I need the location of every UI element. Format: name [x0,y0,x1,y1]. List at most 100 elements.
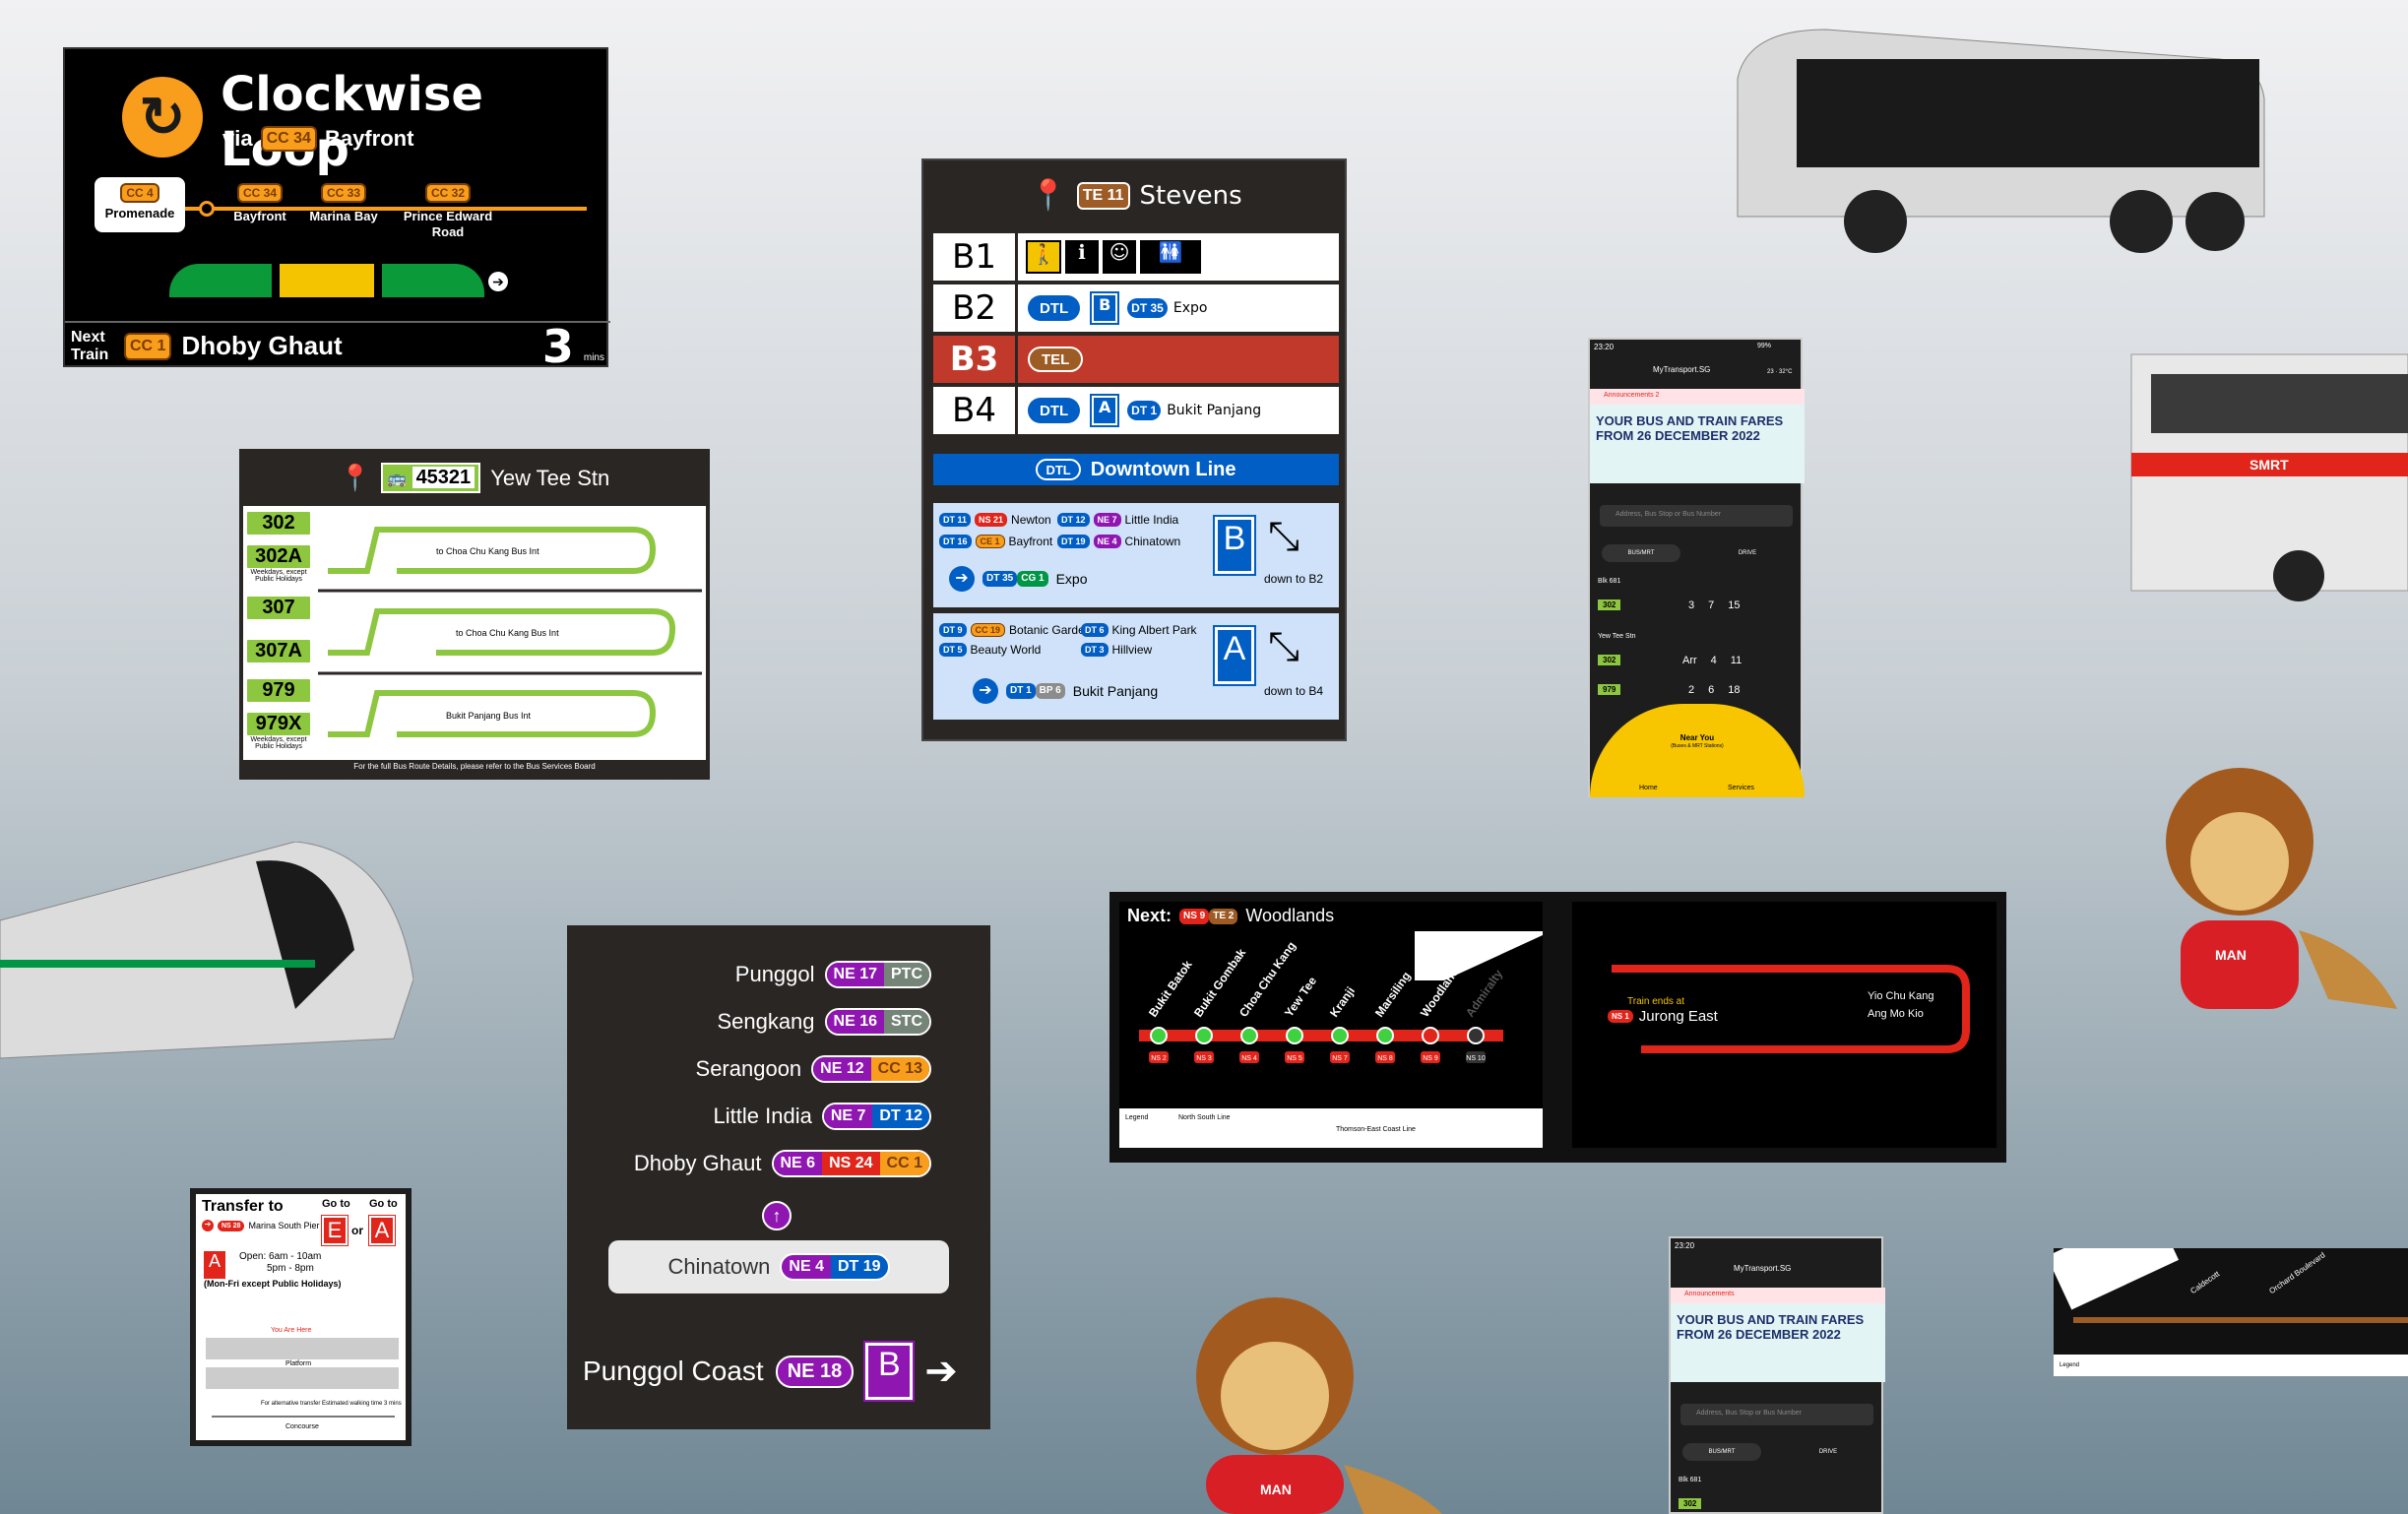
station-marker [1331,1027,1349,1044]
bus-302[interactable]: 302 [1598,655,1621,665]
station-code: TE 11 [1076,181,1130,210]
ns-line-strip: Bukit BatokNS 2Bukit GombakNS 3Choa Chu … [1139,931,1543,1063]
station-code-text: NS 4 [1241,1055,1257,1062]
north-east-line-sign: Punggol NE 17 PTC Sengkang NE 16 STC Serango… [567,925,990,1429]
exit-a-sign: A [368,1215,396,1246]
tab-drive[interactable]: DRIVE [1799,1443,1858,1461]
arrow-right-icon: ➔ [488,272,508,291]
search-input[interactable]: Address, Bus Stop or Bus Number [1680,1404,1873,1425]
mrt-train-illustration [0,842,413,1059]
svg-text:You Are Here: You Are Here [271,1327,311,1334]
next-train-bar: Next Train CC 1 Dhoby Ghaut 3 mins [65,320,610,373]
svg-text:Bukit Panjang Bus Int: Bukit Panjang Bus Int [446,711,532,721]
station-label: Bukit Batok [1146,958,1195,1020]
station-code-text: NS 5 [1287,1055,1302,1062]
arrow-right-icon: ➔ [924,1350,958,1393]
smrt-double-decker-illustration: SMRT [2130,353,2408,601]
svg-text:MAN: MAN [2215,947,2247,963]
svg-text:Platform: Platform [285,1360,311,1367]
station-marker [1195,1027,1213,1044]
bus-service-302: 302 [245,510,312,536]
bus-service-979: 979 [245,677,312,704]
station-label: Kranji [1327,984,1358,1020]
exit-a-badge: A [1090,394,1120,427]
arrow-right-icon: ➔ [949,566,975,592]
current-stop-name: Promenade [104,206,175,221]
svg-text:to Choa Chu Kang Bus Int: to Choa Chu Kang Bus Int [456,628,559,638]
nav-services[interactable]: Services [1728,785,1754,791]
stop-bayfront: CC 34 Bayfront [219,183,301,223]
svg-text:SMRT: SMRT [2250,457,2289,473]
next-train-label: Next Train [71,328,109,363]
station-code-text: NS 7 [1332,1055,1348,1062]
location-pin-icon: 📍 [1030,179,1067,212]
board-footer: For the full Bus Route Details, please r… [353,762,596,771]
exit-e-sign: E [321,1215,349,1246]
line-overview-panel: Train ends at NS 1 Jurong East Yio Chu Ka… [1572,902,1996,1148]
bus-service-307: 307 [245,595,312,621]
nursing-room-icon: ☺ [1103,240,1136,274]
fare-promo-banner[interactable]: YOUR BUS AND TRAIN FARES FROM 26 DECEMBE… [1590,405,1805,483]
tab-bus-mrt[interactable]: BUS/MRT [1602,544,1680,562]
tel-line-display-partial: Legend Woodlands North Caldecott Orchard… [2054,1248,2408,1376]
level-b3-current: B3 TEL [933,336,1339,383]
station-code-text: NS 2 [1151,1055,1167,1062]
app-name: MyTransport.SG [1653,365,1711,374]
exit-a-sign: A [1213,625,1256,686]
minutes-value: 3 [541,319,574,373]
row-punggol: Punggol NE 17 PTC [735,961,931,988]
arrow-up-icon: ↑ [762,1201,792,1230]
exit-b-badge: B [1090,291,1120,325]
bus-979[interactable]: 979 [1598,684,1621,695]
lion-mascot: MAN [2166,768,2397,1009]
station-header: 📍 TE 11 Stevens [923,178,1349,213]
escalator-icon: ⤡ [1268,515,1299,558]
legend: Legend North South Line Thomson-East Coast… [1119,1108,1543,1148]
north-south-line-display: Next: NS 9 TE 2 Woodlands Bukit Batok NS … [1109,892,2006,1163]
row-sengkang: Sengkang NE 16 STC [717,1008,931,1036]
tab-bus-mrt[interactable]: BUS/MRT [1682,1443,1761,1461]
row-little-india: Little India NE 7 DT 12 [714,1103,931,1130]
circle-line-train-display: ↻ Clockwise Loop via CC 34 Bayfront CC 4… [63,47,610,373]
smrt-bus-illustration: 154 [1737,29,2265,253]
arrow-right-icon: ➔ [202,1220,214,1231]
exit-icon: 🚶 [1026,240,1061,274]
lion-mascot-2: MAN [1196,1297,1442,1514]
row-serangoon: Serangoon NE 12 CC 13 [696,1055,931,1083]
bus-stop-name: Yew Tee Stn [490,465,610,490]
current-stop-code: CC 4 [120,183,159,203]
direction-block-bukit-panjang: DT 9 CC 19 Botanic Gardens DT 6 King Albert… [933,613,1339,720]
bus-route-diagrams: to Choa Chu Kang Bus Int to Choa Chu Kan… [318,527,702,737]
svg-text:MAN: MAN [1260,1482,1292,1497]
bus-stop-number: 🚌 45321 [381,463,481,493]
destination-punggol-coast: Punggol Coast NE 18 B ➔ [583,1341,958,1402]
dest-bukit-panjang: ➔ DT 1 BP 6 Bukit Panjang [973,678,1158,704]
station-marker [1422,1027,1439,1044]
bus-302[interactable]: 302 [1598,599,1621,610]
near-you-panel[interactable] [1590,704,1805,797]
bus-service-302a: 302A [245,543,312,570]
toilet-icon: 🚻 [1140,240,1201,274]
via-station-code: CC 34 [260,126,317,152]
station-marker [1376,1027,1394,1044]
downtown-line-banner: DTL Downtown Line [933,454,1339,485]
display-title: Clockwise Loop [221,67,483,177]
row-dhoby-ghaut: Dhoby Ghaut NE 6 NS 24 CC 1 [634,1150,931,1177]
current-station-chinatown: Chinatown NE 4 DT 19 [608,1240,949,1293]
transfer-notice: Transfer to Go to Go to ➔ NS 28 Marina Sou… [190,1188,412,1446]
announcements-bar[interactable]: Announcements [1671,1288,1885,1303]
station-code-text: NS 8 [1377,1055,1393,1062]
facility-icons: 🚶 ℹ ☺ 🚻 [1018,240,1201,274]
station-code-text: NS 9 [1423,1055,1438,1062]
station-code-text: NS 3 [1196,1055,1212,1062]
next-station-name: Dhoby Ghaut [181,331,343,360]
next-station-code: CC 1 [124,332,172,360]
nav-home[interactable]: Home [1639,785,1658,791]
tab-drive[interactable]: DRIVE [1718,544,1777,562]
announcements-bar[interactable]: Announcements 2 [1590,389,1805,405]
mytransport-app-screen: 23:20 99% MyTransport.SG 23 · 32°C Annou… [1588,338,1805,797]
search-input[interactable]: Address, Bus Stop or Bus Number [1600,505,1793,527]
exit-b-sign: B [863,1341,916,1402]
next-station-panel: Next: NS 9 TE 2 Woodlands Bukit Batok NS … [1119,902,1543,1148]
exit-b-sign: B [1213,515,1256,576]
